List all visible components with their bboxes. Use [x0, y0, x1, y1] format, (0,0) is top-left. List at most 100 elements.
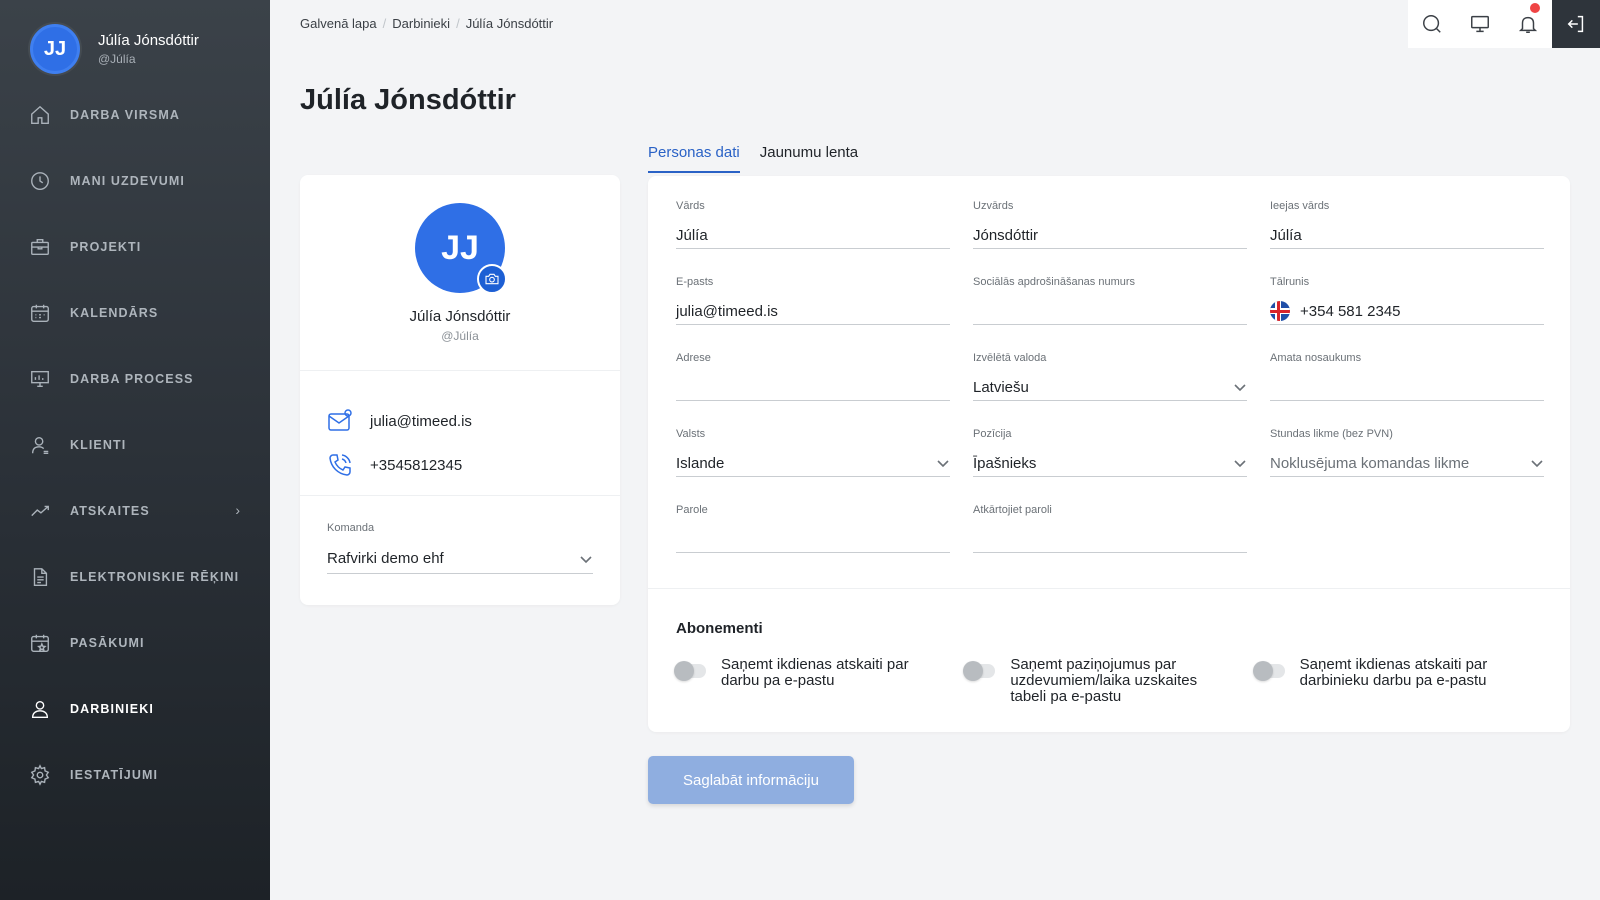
- subscription-toggle[interactable]: [1252, 661, 1285, 681]
- sidebar-item-dashboard[interactable]: DARBA VIRSMA: [0, 82, 270, 148]
- ssn-input[interactable]: [973, 298, 1247, 325]
- language-select[interactable]: Latviešu: [973, 374, 1247, 401]
- avatar[interactable]: JJ: [30, 24, 80, 74]
- password-input[interactable]: [676, 526, 950, 553]
- profile-card: JJ Júlía Jónsdóttir @Júlía julia@timeed.…: [300, 175, 620, 605]
- sidebar-nav: DARBA VIRSMA MANI UZDEVUMI PROJEKTI KALE…: [0, 82, 270, 808]
- sidebar-item-settings[interactable]: IESTATĪJUMI: [0, 742, 270, 808]
- sidebar-item-employees[interactable]: DARBINIEKI: [0, 676, 270, 742]
- subscription-toggle[interactable]: [674, 661, 706, 681]
- team-select[interactable]: Rafvirki demo ehf: [327, 544, 593, 574]
- presentation-board-icon: [28, 367, 52, 391]
- logout-icon: [1567, 15, 1584, 33]
- logout-button[interactable]: [1552, 0, 1600, 48]
- camera-icon: [485, 273, 499, 285]
- search-icon: [1423, 15, 1441, 33]
- field-label: Sociālās apdrošināšanas numurs: [973, 276, 1136, 288]
- sidebar-item-calendar[interactable]: KALENDĀRS: [0, 280, 270, 346]
- field-label: Parole: [676, 504, 708, 516]
- field-label: Amata nosaukums: [1270, 352, 1362, 364]
- sidebar-user[interactable]: JJ Júlía Jónsdóttir @Júlía: [30, 24, 199, 74]
- subscription-label: Saņemt ikdienas atskaiti par darbu pa e-…: [721, 656, 909, 689]
- trend-chart-icon: [28, 499, 52, 523]
- field-label: Stundas likme (bez PVN): [1270, 428, 1393, 440]
- screen-button[interactable]: [1456, 0, 1504, 48]
- last-name-input[interactable]: Jónsdóttir: [973, 222, 1247, 249]
- sidebar-item-label: DARBA VIRSMA: [70, 108, 180, 122]
- hourly-rate-select[interactable]: Noklusējuma komandas likme: [1270, 450, 1544, 477]
- username-field: Ieejas vārds Júlía: [1270, 200, 1544, 255]
- sidebar-item-label: KALENDĀRS: [70, 306, 159, 320]
- chevron-down-icon: [580, 555, 592, 563]
- country-select[interactable]: Islande: [676, 450, 950, 477]
- breadcrumb: Galvenā lapa / Darbinieki / Júlía Jónsdó…: [300, 16, 553, 31]
- chevron-down-icon: [1531, 460, 1543, 468]
- address-input[interactable]: [676, 374, 950, 401]
- team-value: Rafvirki demo ehf: [327, 550, 444, 567]
- phone-field: Tālrunis +354 581 2345: [1270, 276, 1544, 331]
- email-input[interactable]: julia@timeed.is: [676, 298, 950, 325]
- language-field: Izvēlētā valoda Latviešu: [973, 352, 1247, 407]
- calendar-icon: [28, 301, 52, 325]
- personal-data-form: Vārds Júlía Uzvārds Jónsdóttir Ieejas vā…: [648, 176, 1570, 732]
- field-label: Pozīcija: [973, 428, 1012, 440]
- notifications-button[interactable]: [1504, 0, 1552, 48]
- phone-input[interactable]: +354 581 2345: [1270, 298, 1544, 325]
- team-field: Komanda Rafvirki demo ehf: [300, 496, 620, 574]
- subscription-label: Saņemt ikdienas atskaiti par darbinieku …: [1299, 656, 1488, 689]
- profile-email[interactable]: julia@timeed.is: [327, 399, 620, 443]
- save-button[interactable]: Saglabāt informāciju: [648, 756, 854, 804]
- iceland-flag-icon[interactable]: [1270, 301, 1290, 321]
- sidebar-item-label: IESTATĪJUMI: [70, 768, 159, 782]
- field-label: Adrese: [676, 352, 711, 364]
- sidebar-item-projects[interactable]: PROJEKTI: [0, 214, 270, 280]
- profile-phone[interactable]: +3545812345: [327, 443, 620, 487]
- phone-icon: [329, 454, 351, 476]
- gear-icon: [28, 763, 52, 787]
- breadcrumb-separator: /: [382, 16, 387, 31]
- subscription-daily-work-report: Saņemt ikdienas atskaiti par darbu pa e-…: [674, 656, 965, 705]
- subscription-label: Saņemt paziņojumus par uzdevumiem/laika …: [1010, 656, 1198, 705]
- chevron-down-icon: [1234, 460, 1246, 468]
- breadcrumb-separator: /: [456, 16, 460, 31]
- sidebar-item-reports[interactable]: ATSKAITES ›: [0, 478, 270, 544]
- first-name-input[interactable]: Júlía: [676, 222, 950, 249]
- sidebar-item-e-invoices[interactable]: ELEKTRONISKIE RĒĶINI: [0, 544, 270, 610]
- sidebar-item-events[interactable]: PASĀKUMI: [0, 610, 270, 676]
- ssn-field: Sociālās apdrošināšanas numurs: [973, 276, 1247, 331]
- language-value: Latviešu: [973, 378, 1029, 396]
- form-grid: Vārds Júlía Uzvārds Jónsdóttir Ieejas vā…: [676, 200, 1544, 559]
- position-field: Pozīcija Īpašnieks: [973, 428, 1247, 483]
- sidebar-item-my-tasks[interactable]: MANI UZDEVUMI: [0, 148, 270, 214]
- divider: [648, 588, 1570, 589]
- field-label: Ieejas vārds: [1270, 200, 1330, 212]
- subscriptions-title: Abonementi: [676, 620, 763, 637]
- hourly-rate-value: Noklusējuma komandas likme: [1270, 454, 1470, 472]
- first-name-field: Vārds Júlía: [676, 200, 950, 255]
- subscriptions-list: Saņemt ikdienas atskaiti par darbu pa e-…: [674, 656, 1544, 705]
- tab-personal-data[interactable]: Personas dati: [648, 140, 740, 173]
- subscription-toggle[interactable]: [963, 661, 996, 681]
- home-icon: [28, 103, 52, 127]
- field-label: E-pasts: [676, 276, 714, 288]
- sidebar-item-workflow[interactable]: DARBA PROCESS: [0, 346, 270, 412]
- field-label: Uzvārds: [973, 200, 1014, 212]
- sidebar-user-name: Júlía Jónsdóttir: [98, 32, 199, 49]
- position-value: Īpašnieks: [973, 454, 1037, 472]
- password-repeat-input[interactable]: [973, 526, 1247, 553]
- top-toolbar: [1408, 0, 1600, 48]
- address-field: Adrese: [676, 352, 950, 407]
- position-select[interactable]: Īpašnieks: [973, 450, 1247, 477]
- change-photo-button[interactable]: [477, 264, 507, 294]
- sidebar-item-label: DARBA PROCESS: [70, 372, 194, 386]
- sidebar-item-clients[interactable]: KLIENTI: [0, 412, 270, 478]
- job-title-input[interactable]: [1270, 374, 1544, 401]
- page-title: Júlía Jónsdóttir: [300, 84, 516, 116]
- username-input[interactable]: Júlía: [1270, 222, 1544, 249]
- breadcrumb-employees[interactable]: Darbinieki: [392, 16, 450, 31]
- chevron-down-icon: [1234, 384, 1246, 392]
- tab-news-feed[interactable]: Jaunumu lenta: [760, 140, 858, 173]
- chevron-right-icon: ›: [235, 502, 240, 518]
- search-button[interactable]: [1408, 0, 1456, 48]
- breadcrumb-home[interactable]: Galvenā lapa: [300, 16, 377, 31]
